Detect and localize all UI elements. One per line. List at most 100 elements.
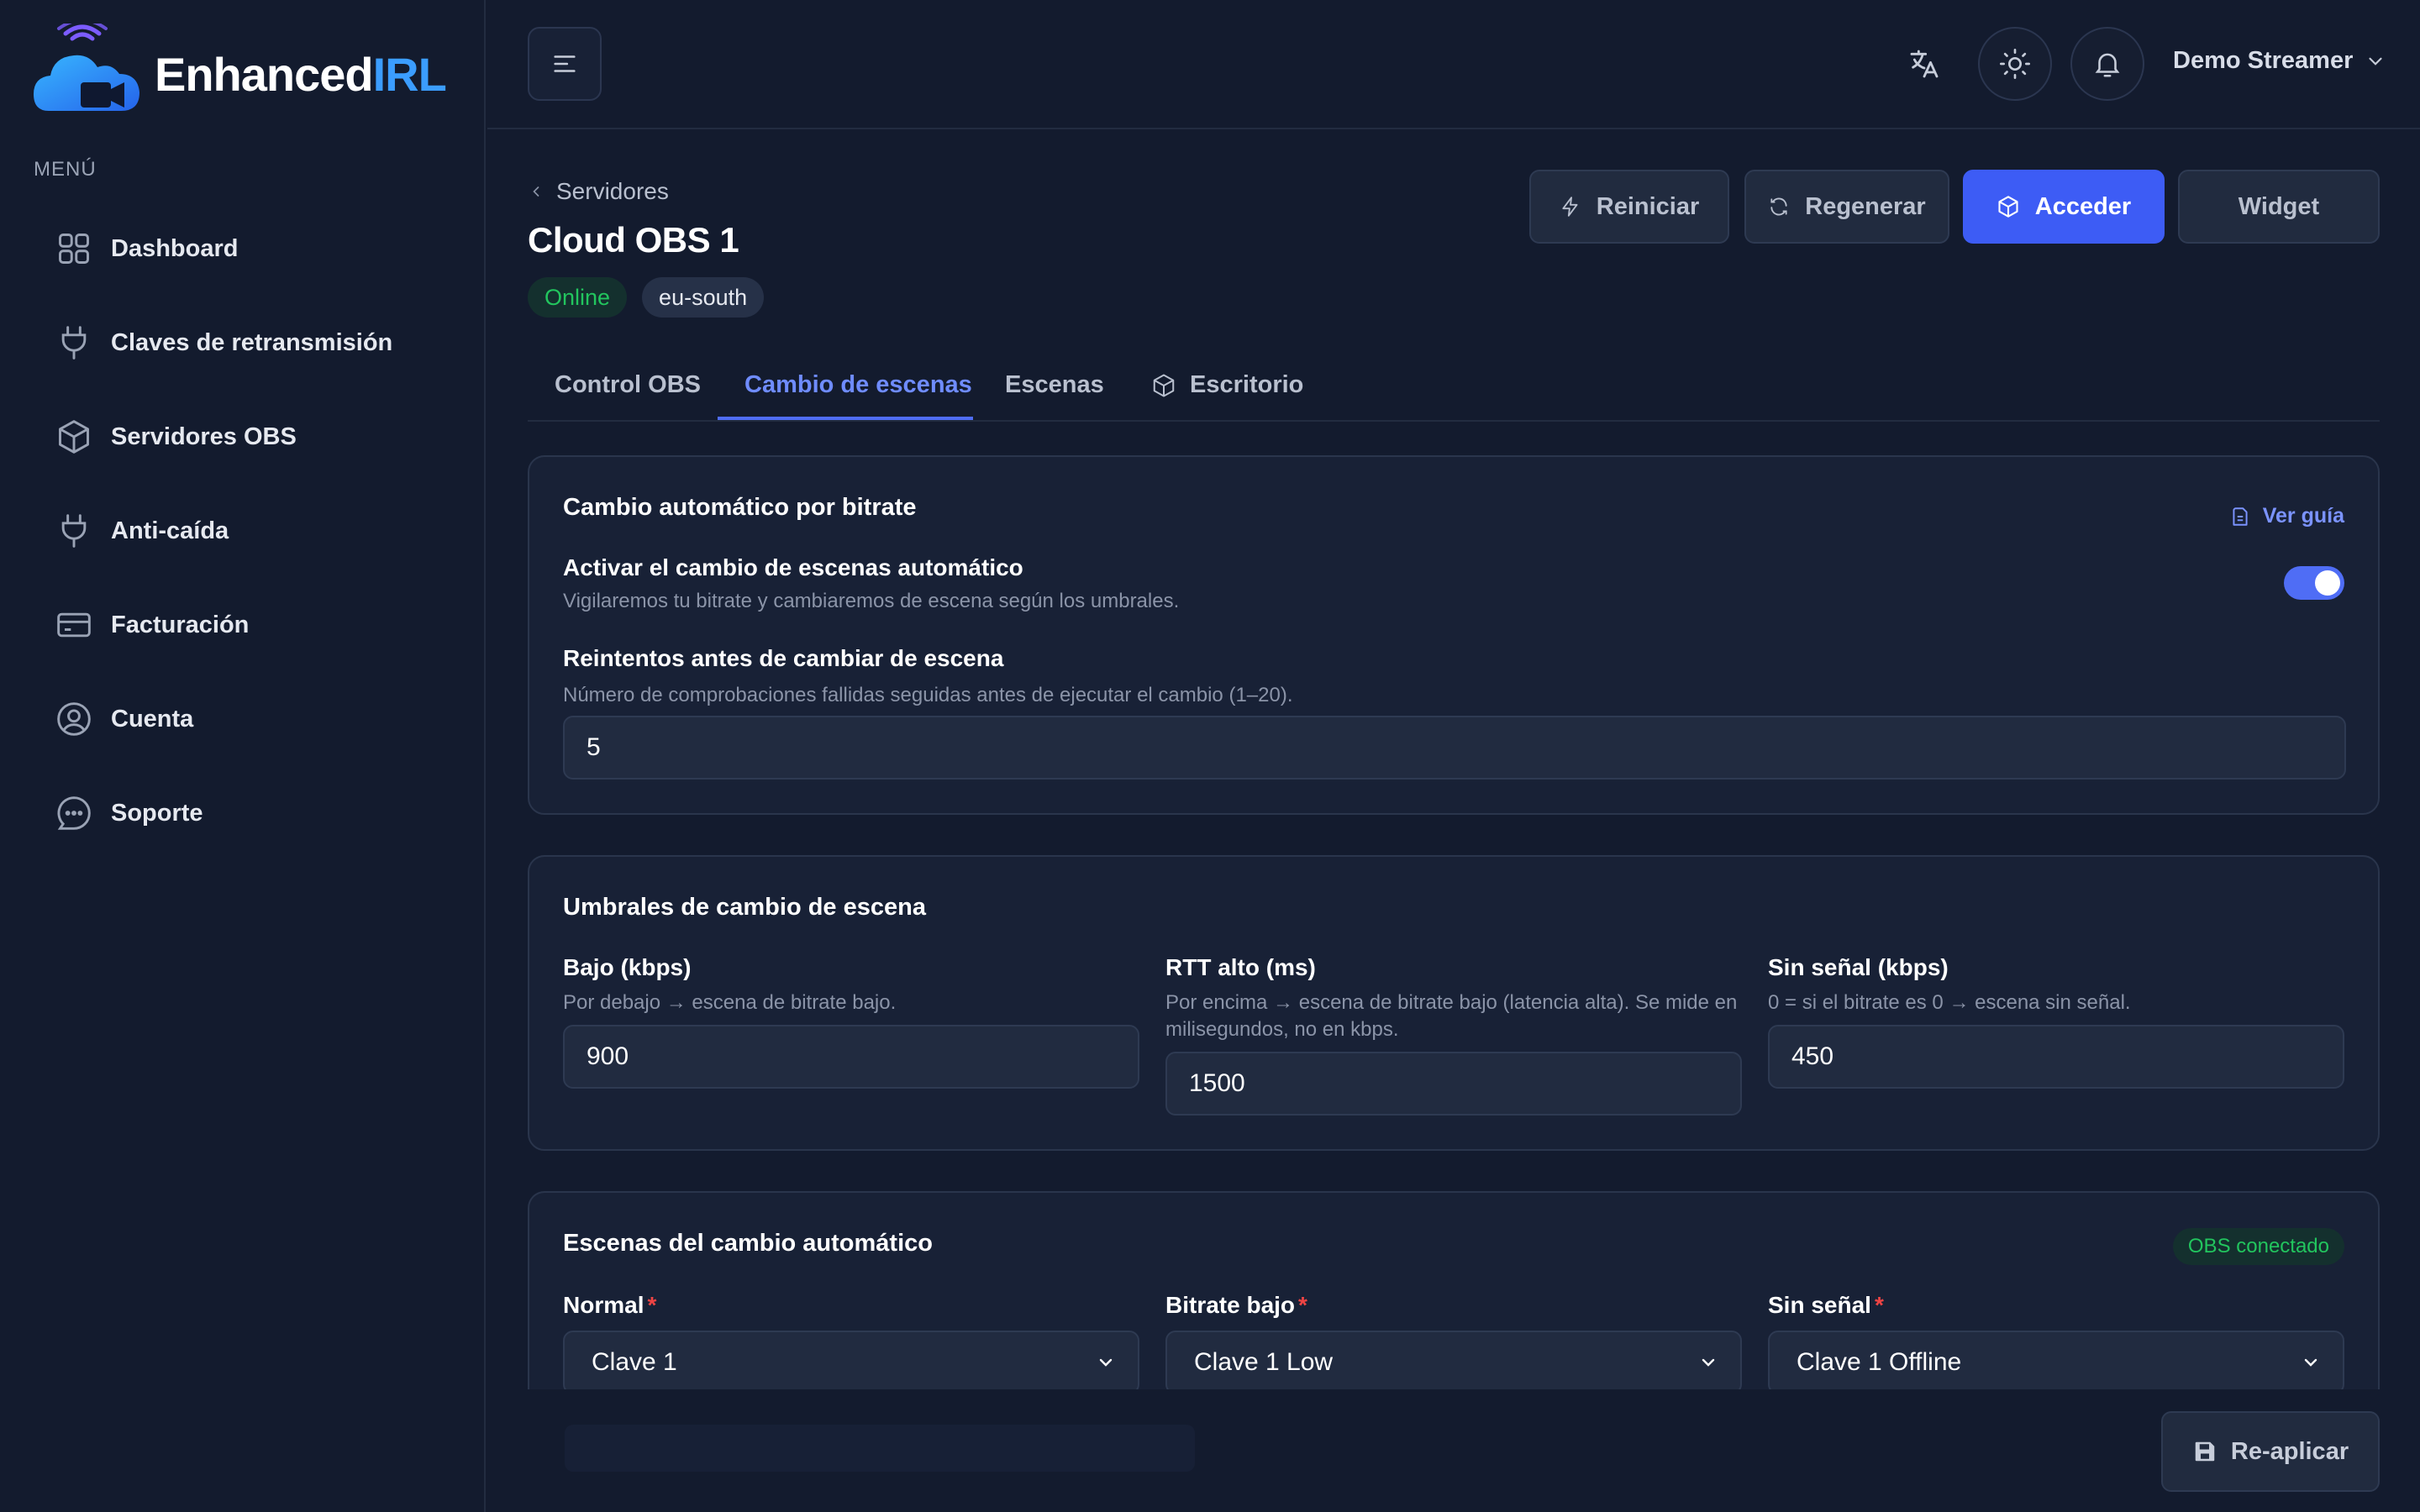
sidebar-item-stream-keys[interactable]: Claves de retransmisión bbox=[34, 296, 454, 390]
sidebar-item-obs-servers[interactable]: Servidores OBS bbox=[34, 390, 454, 484]
tab-label: Control OBS bbox=[555, 371, 701, 398]
brand-name-part1: Enhanced bbox=[155, 47, 374, 101]
high-rtt-help-line2: milisegundos, no en kbps. bbox=[1165, 1018, 1399, 1041]
normal-scene-label-text: Normal bbox=[563, 1292, 644, 1318]
no-signal-scene-label-text: Sin señal bbox=[1768, 1292, 1871, 1318]
theme-toggle-button[interactable] bbox=[1978, 27, 2052, 101]
high-rtt-input[interactable]: 1500 bbox=[1165, 1052, 1742, 1116]
tab-desktop[interactable]: Escritorio bbox=[1151, 371, 1303, 399]
refresh-icon bbox=[1770, 197, 1787, 216]
tab-label: Cambio de escenas bbox=[744, 371, 972, 398]
menu-toggle-button[interactable] bbox=[528, 27, 602, 101]
active-tab-indicator bbox=[718, 417, 973, 420]
restart-button[interactable]: Reiniciar bbox=[1529, 170, 1729, 244]
obs-status-badge: OBS conectado bbox=[2172, 1228, 2344, 1265]
access-button-label: Acceder bbox=[2034, 192, 2132, 220]
normal-scene-select[interactable]: Clave 1 bbox=[563, 1331, 1139, 1394]
tab-label: Escenas bbox=[1005, 371, 1104, 398]
required-mark: * bbox=[1874, 1292, 1884, 1318]
sidebar-nav: Dashboard Claves de retransmisión Servid… bbox=[34, 202, 454, 860]
user-name: Demo Streamer bbox=[2173, 47, 2354, 74]
sidebar-item-label: Dashboard bbox=[111, 234, 239, 262]
chevron-down-icon bbox=[2304, 1358, 2317, 1367]
translate-icon bbox=[1910, 50, 1939, 78]
tab-bar: Control OBS Cambio de escenas Escenas Es… bbox=[528, 353, 2380, 422]
auto-switch-card: Cambio automático por bitrate Ver guía A… bbox=[528, 455, 2380, 815]
guide-link[interactable]: Ver guía bbox=[2229, 504, 2344, 528]
sidebar-item-anti-drop[interactable]: Anti-caída bbox=[34, 484, 454, 578]
no-signal-scene-value: Clave 1 Offline bbox=[1797, 1348, 1962, 1376]
server-badges: Online eu-south bbox=[528, 277, 765, 318]
brand-name: EnhancedIRL bbox=[155, 47, 447, 102]
regenerate-button[interactable]: Regenerar bbox=[1744, 170, 1949, 244]
retries-input[interactable]: 5 bbox=[563, 716, 2346, 780]
bolt-icon bbox=[1562, 197, 1578, 217]
sidebar-item-label: Cuenta bbox=[111, 705, 194, 732]
guide-link-label: Ver guía bbox=[2262, 504, 2344, 528]
widget-button-label: Widget bbox=[2238, 192, 2320, 220]
tab-scenes[interactable]: Escenas bbox=[1005, 371, 1104, 399]
no-signal-scene-label: Sin señal * bbox=[1768, 1292, 1884, 1319]
footer-placeholder bbox=[565, 1425, 1195, 1472]
box-icon bbox=[1153, 374, 1175, 396]
brand-logo[interactable]: EnhancedIRL bbox=[34, 24, 447, 116]
normal-scene-label: Normal * bbox=[563, 1292, 656, 1319]
language-button[interactable] bbox=[1887, 27, 1961, 101]
enable-auto-switch-toggle[interactable] bbox=[2284, 566, 2344, 600]
sidebar-item-label: Soporte bbox=[111, 799, 203, 827]
enable-switch-label: Activar el cambio de escenas automático bbox=[563, 554, 1023, 580]
tab-scene-switch[interactable]: Cambio de escenas bbox=[744, 371, 972, 399]
reapply-button-label: Re-aplicar bbox=[2230, 1437, 2349, 1465]
breadcrumb[interactable]: Servidores bbox=[528, 178, 669, 205]
low-bitrate-label: Bajo (kbps) bbox=[563, 954, 692, 980]
restart-button-label: Reiniciar bbox=[1596, 192, 1700, 220]
document-icon bbox=[2233, 507, 2248, 526]
sidebar-item-billing[interactable]: Facturación bbox=[34, 578, 454, 672]
widget-button[interactable]: Widget bbox=[2178, 170, 2380, 244]
status-badge: Online bbox=[528, 277, 628, 318]
sidebar-item-account[interactable]: Cuenta bbox=[34, 672, 454, 766]
access-button[interactable]: Acceder bbox=[1963, 170, 2165, 244]
retries-label: Reintentos antes de cambiar de escena bbox=[563, 645, 1004, 671]
topbar: Demo Streamer bbox=[487, 0, 2420, 129]
thresholds-title: Umbrales de cambio de escena bbox=[563, 894, 926, 921]
plug-icon bbox=[61, 514, 87, 548]
reapply-button[interactable]: Re-aplicar bbox=[2161, 1411, 2380, 1492]
region-badge: eu-south bbox=[642, 277, 765, 318]
no-signal-help: 0 = si el bitrate es 0 → escena sin seña… bbox=[1768, 991, 2131, 1014]
notifications-button[interactable] bbox=[2070, 27, 2144, 101]
low-scene-select[interactable]: Clave 1 Low bbox=[1165, 1331, 1742, 1394]
low-scene-label: Bitrate bajo * bbox=[1165, 1292, 1307, 1319]
regenerate-button-label: Regenerar bbox=[1805, 192, 1926, 220]
high-rtt-help: Por encima → escena de bitrate bajo (lat… bbox=[1165, 990, 1737, 1043]
normal-scene-value: Clave 1 bbox=[592, 1348, 677, 1376]
box-icon bbox=[1998, 196, 2018, 218]
high-rtt-label: RTT alto (ms) bbox=[1165, 954, 1316, 980]
brand-name-part2: IRL bbox=[372, 47, 447, 101]
low-scene-label-text: Bitrate bajo bbox=[1165, 1292, 1296, 1318]
sidebar-item-dashboard[interactable]: Dashboard bbox=[34, 202, 454, 296]
required-mark: * bbox=[647, 1292, 657, 1318]
chevron-down-icon bbox=[1099, 1358, 1113, 1367]
chevron-down-icon bbox=[2369, 57, 2382, 66]
menu-lines-icon bbox=[554, 55, 576, 72]
breadcrumb-label: Servidores bbox=[556, 178, 669, 204]
low-bitrate-input[interactable]: 900 bbox=[563, 1025, 1139, 1089]
tab-control-obs[interactable]: Control OBS bbox=[555, 371, 701, 399]
cloud-camera-logo-icon bbox=[34, 24, 139, 111]
menu-label: MENÚ bbox=[34, 158, 97, 181]
sun-icon bbox=[2000, 49, 2030, 79]
low-scene-value: Clave 1 Low bbox=[1194, 1348, 1334, 1376]
high-rtt-help-line1: Por encima → escena de bitrate bajo (lat… bbox=[1165, 991, 1738, 1014]
user-menu[interactable]: Demo Streamer bbox=[2173, 47, 2386, 75]
no-signal-scene-select[interactable]: Clave 1 Offline bbox=[1768, 1331, 2344, 1394]
page-title: Cloud OBS 1 bbox=[528, 220, 739, 260]
sidebar-item-label: Facturación bbox=[111, 611, 250, 638]
box-icon bbox=[59, 420, 89, 454]
sidebar-item-label: Servidores OBS bbox=[111, 423, 297, 450]
sidebar-item-support[interactable]: Soporte bbox=[34, 766, 454, 860]
scenes-title: Escenas del cambio automático bbox=[563, 1230, 933, 1257]
bell-icon bbox=[2095, 53, 2120, 77]
no-signal-input[interactable]: 450 bbox=[1768, 1025, 2344, 1089]
sidebar-item-label: Claves de retransmisión bbox=[111, 328, 393, 356]
